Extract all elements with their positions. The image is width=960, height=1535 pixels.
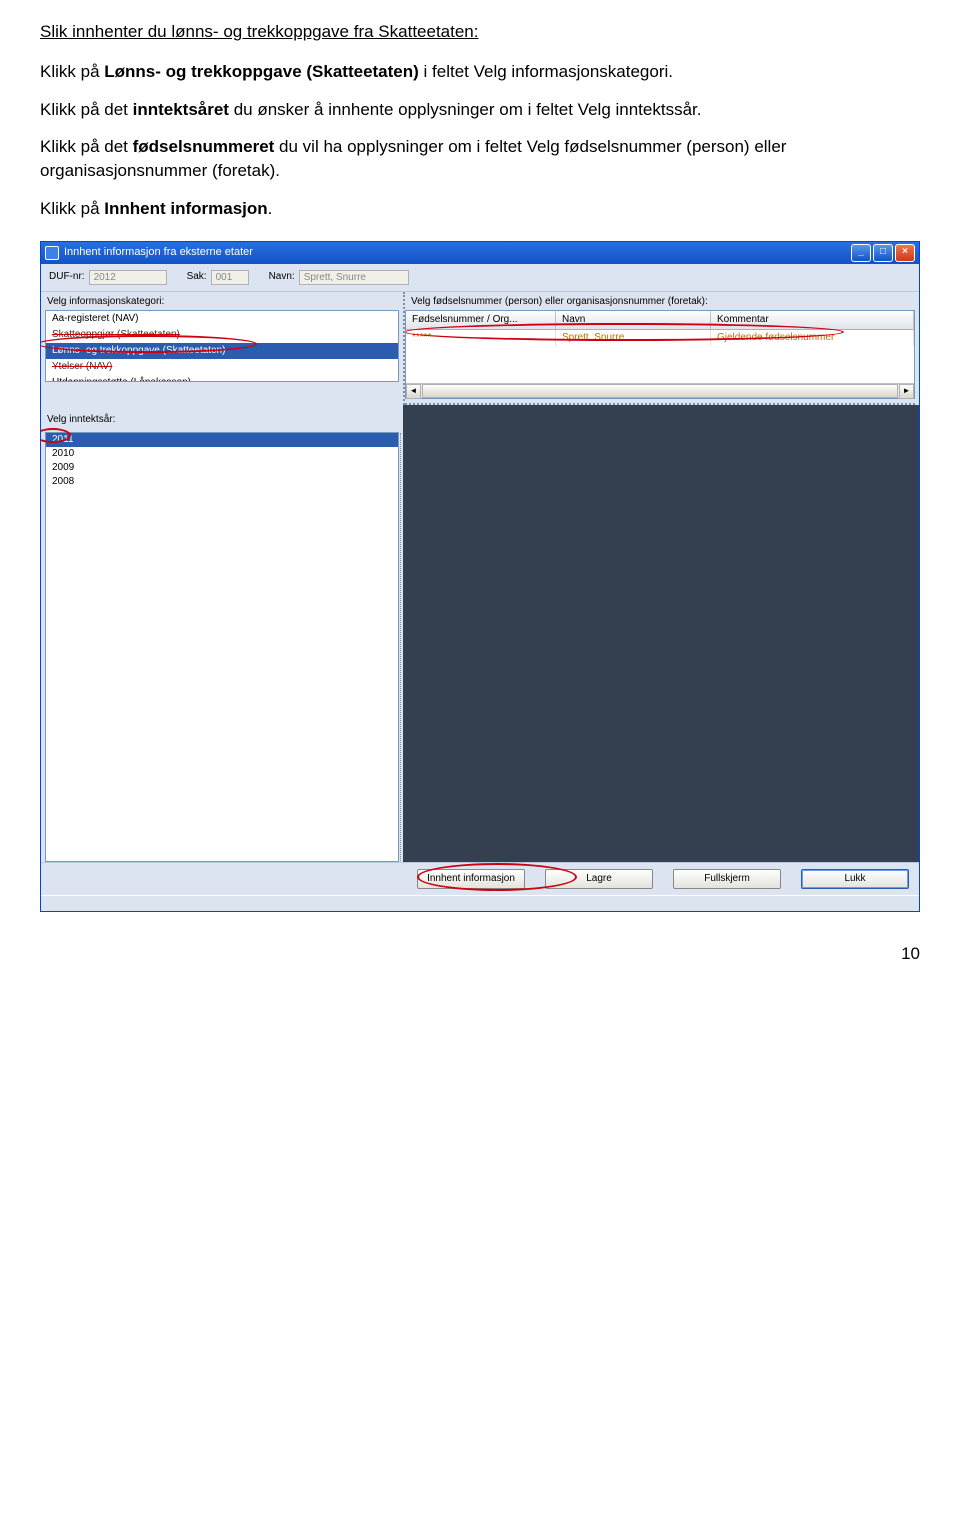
scroll-right-button[interactable]: ► bbox=[899, 384, 914, 399]
duf-input bbox=[89, 270, 167, 285]
scroll-left-button[interactable]: ◄ bbox=[406, 384, 421, 399]
kategori-item-skatteoppgjor[interactable]: Skatteoppgjør (Skatteetaten) bbox=[46, 327, 398, 343]
lagre-button[interactable]: Lagre bbox=[545, 869, 653, 889]
doc-paragraph-1: Klikk på Lønns- og trekkoppgave (Skattee… bbox=[40, 60, 920, 84]
kategori-item-aa[interactable]: Aa-registeret (NAV) bbox=[46, 311, 398, 327]
window-title: Innhent informasjon fra eksterne etater bbox=[64, 245, 253, 260]
navn-input bbox=[299, 270, 409, 285]
p1-pre: Klikk på bbox=[40, 62, 104, 81]
doc-paragraph-2: Klikk på det inntektsåret du ønsker å in… bbox=[40, 98, 920, 122]
page-number: 10 bbox=[40, 942, 920, 966]
doc-heading: Slik innhenter du lønns- og trekkoppgave… bbox=[40, 20, 920, 44]
kategori-label: Velg informasjonskategori: bbox=[41, 292, 403, 310]
p4-pre: Klikk på bbox=[40, 199, 104, 218]
sak-label: Sak: bbox=[187, 270, 207, 284]
fodselsnummer-table[interactable]: Fødselsnummer / Org... Navn Kommentar **… bbox=[405, 310, 915, 399]
kategori-listbox[interactable]: Aa-registeret (NAV) Skatteoppgjør (Skatt… bbox=[45, 310, 399, 382]
p4-post: . bbox=[268, 199, 273, 218]
year-item-2011[interactable]: 2011 bbox=[46, 433, 398, 447]
minimize-button[interactable]: _ bbox=[851, 244, 871, 262]
app-window: Innhent informasjon fra eksterne etater … bbox=[40, 241, 920, 912]
year-label: Velg inntektsår: bbox=[41, 405, 403, 428]
header-row: DUF-nr: Sak: Navn: bbox=[41, 264, 919, 292]
kategori-item-utdanning[interactable]: Utdanningsstøtte (Lånekassen) bbox=[46, 375, 398, 382]
p1-bold: Lønns- og trekkoppgave (Skatteetaten) bbox=[104, 62, 419, 81]
kategori-item-ytelser[interactable]: Ytelser (NAV) bbox=[46, 359, 398, 375]
p2-post: du ønsker å innhente opplysninger om i f… bbox=[229, 100, 702, 119]
content-pane bbox=[403, 405, 919, 862]
table-header-navn[interactable]: Navn bbox=[556, 311, 711, 329]
kategori-item-lonns[interactable]: Lønns- og trekkoppgave (Skatteetaten) bbox=[46, 343, 398, 359]
window-titlebar[interactable]: Innhent informasjon fra eksterne etater … bbox=[41, 242, 919, 264]
bottom-bar: Innhent informasjon Lagre Fullskjerm Luk… bbox=[41, 862, 919, 895]
duf-label: DUF-nr: bbox=[49, 270, 85, 284]
p1-post: i feltet Velg informasjonskategori. bbox=[419, 62, 673, 81]
p2-bold: inntektsåret bbox=[133, 100, 229, 119]
p3-bold: fødselsnummeret bbox=[133, 137, 275, 156]
maximize-button[interactable]: □ bbox=[873, 244, 893, 262]
table-cell-navn: Sprett, Snurre bbox=[556, 330, 711, 346]
fullskjerm-button[interactable]: Fullskjerm bbox=[673, 869, 781, 889]
year-item-2010[interactable]: 2010 bbox=[46, 447, 398, 461]
app-icon bbox=[45, 246, 59, 260]
table-cell-kommentar: Gjeldende fødselsnummer bbox=[711, 330, 914, 346]
horizontal-scrollbar[interactable]: ◄ ► bbox=[406, 383, 914, 398]
doc-paragraph-4: Klikk på Innhent informasjon. bbox=[40, 197, 920, 221]
year-item-2009[interactable]: 2009 bbox=[46, 461, 398, 475]
doc-paragraph-3: Klikk på det fødselsnummeret du vil ha o… bbox=[40, 135, 920, 183]
innhent-button[interactable]: Innhent informasjon bbox=[417, 869, 525, 889]
p2-pre: Klikk på det bbox=[40, 100, 133, 119]
scroll-thumb[interactable] bbox=[422, 384, 898, 398]
screenshot-container: Innhent informasjon fra eksterne etater … bbox=[40, 241, 920, 912]
table-header-kommentar[interactable]: Kommentar bbox=[711, 311, 914, 329]
status-strip bbox=[41, 895, 919, 911]
sak-input bbox=[211, 270, 249, 285]
fodselsnummer-label: Velg fødselsnummer (person) eller organi… bbox=[405, 292, 919, 310]
year-listbox[interactable]: 2011 2010 2009 2008 bbox=[45, 432, 399, 862]
navn-label: Navn: bbox=[269, 270, 295, 284]
table-cell-fodsnr: ***** bbox=[406, 330, 556, 346]
year-item-2008[interactable]: 2008 bbox=[46, 475, 398, 489]
p3-pre: Klikk på det bbox=[40, 137, 133, 156]
lukk-button[interactable]: Lukk bbox=[801, 869, 909, 889]
table-row[interactable]: ***** Sprett, Snurre Gjeldende fødselsnu… bbox=[406, 330, 914, 346]
close-button[interactable]: × bbox=[895, 244, 915, 262]
p4-bold: Innhent informasjon bbox=[104, 199, 267, 218]
table-header-fodsnr[interactable]: Fødselsnummer / Org... bbox=[406, 311, 556, 329]
